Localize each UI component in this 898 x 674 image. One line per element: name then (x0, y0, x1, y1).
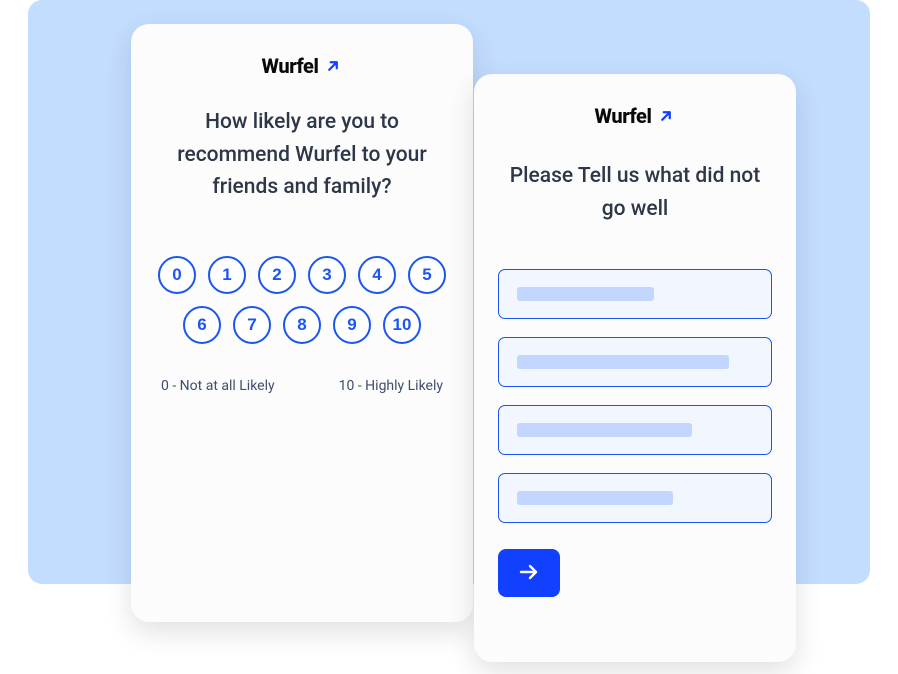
nps-score-4[interactable]: 4 (358, 256, 396, 294)
option-placeholder (517, 355, 729, 369)
feedback-question: Please Tell us what did not go well (474, 160, 796, 225)
nps-legend: 0 - Not at all Likely 10 - Highly Likely (131, 378, 473, 394)
submit-button[interactable] (498, 549, 560, 597)
nps-score-6[interactable]: 6 (183, 306, 221, 344)
feedback-options (474, 269, 796, 523)
arrow-up-right-icon (657, 107, 675, 125)
feedback-option-2[interactable] (498, 337, 772, 387)
nps-score-8[interactable]: 8 (283, 306, 321, 344)
option-placeholder (517, 287, 654, 301)
brand-logo: Wurfel (474, 104, 796, 128)
nps-score-grid: 0 1 2 3 4 5 6 7 8 9 10 (131, 256, 473, 344)
nps-score-7[interactable]: 7 (233, 306, 271, 344)
nps-score-2[interactable]: 2 (258, 256, 296, 294)
nps-score-1[interactable]: 1 (208, 256, 246, 294)
brand-name: Wurfel (595, 104, 652, 128)
brand-name: Wurfel (262, 54, 319, 78)
nps-score-0[interactable]: 0 (158, 256, 196, 294)
nps-score-10[interactable]: 10 (383, 306, 421, 344)
option-placeholder (517, 423, 692, 437)
nps-question: How likely are you to recommend Wurfel t… (131, 106, 473, 204)
nps-legend-high: 10 - Highly Likely (339, 378, 443, 394)
feedback-card: Wurfel Please Tell us what did not go we… (474, 74, 796, 662)
nps-score-9[interactable]: 9 (333, 306, 371, 344)
arrow-up-right-icon (324, 57, 342, 75)
nps-score-5[interactable]: 5 (408, 256, 446, 294)
feedback-option-3[interactable] (498, 405, 772, 455)
nps-score-3[interactable]: 3 (308, 256, 346, 294)
feedback-option-4[interactable] (498, 473, 772, 523)
nps-card: Wurfel How likely are you to recommend W… (131, 24, 473, 622)
option-placeholder (517, 491, 673, 505)
arrow-right-icon (517, 560, 541, 587)
feedback-option-1[interactable] (498, 269, 772, 319)
nps-legend-low: 0 - Not at all Likely (161, 378, 275, 394)
brand-logo: Wurfel (131, 54, 473, 78)
